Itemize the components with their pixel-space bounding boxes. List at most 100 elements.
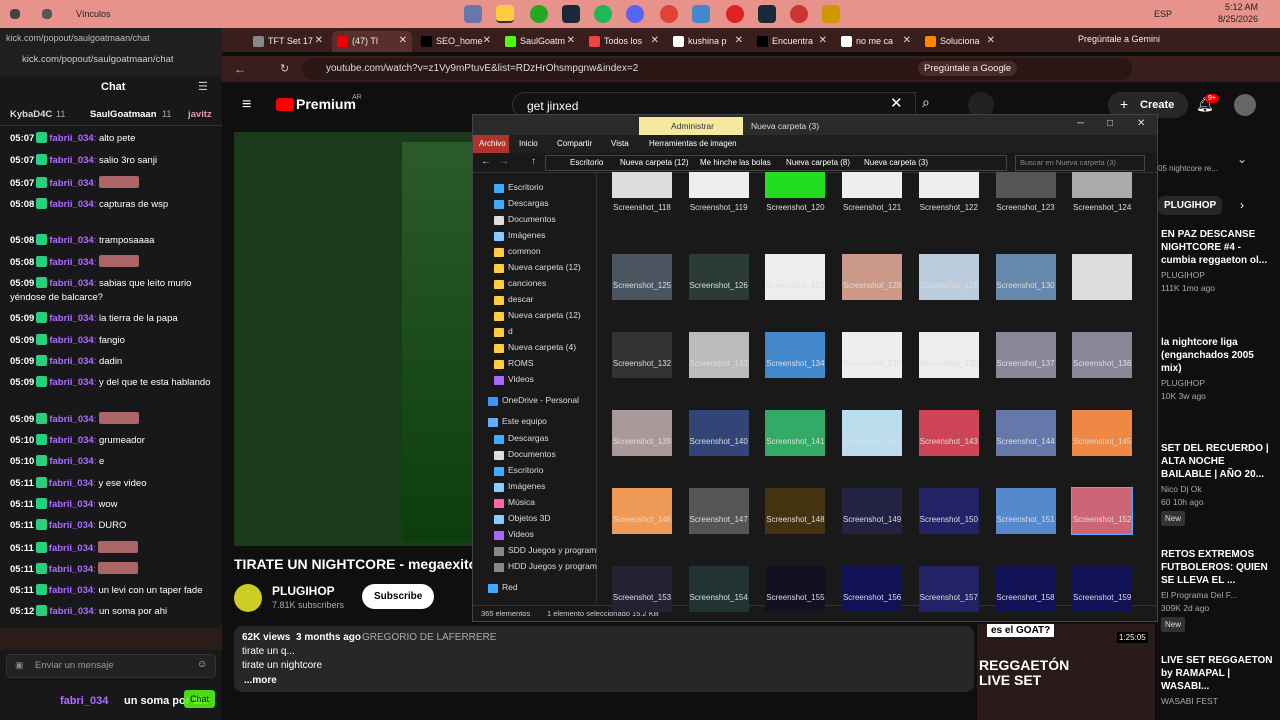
rec-channel[interactable]: PLUGIHOP	[1161, 377, 1276, 390]
file-thumbnail[interactable]	[918, 488, 979, 534]
file-name[interactable]: Screenshot_126	[681, 281, 757, 290]
file-name[interactable]: Screenshot_130	[988, 281, 1064, 290]
browser-tab[interactable]: (47) Tl ✕	[332, 31, 412, 52]
app-icon[interactable]	[464, 5, 482, 23]
file-name[interactable]: Screenshot_119	[681, 203, 757, 212]
browser-tab[interactable]: Todos los ✕	[584, 31, 664, 52]
file-name[interactable]: Screenshot_129	[911, 281, 987, 290]
rec-title[interactable]: LIVE SET REGGAETON by RAMAPAL | WASABI..…	[1161, 654, 1276, 693]
channel-avatar[interactable]	[234, 584, 262, 612]
browser-tab[interactable]: Soluciona ✕	[920, 31, 1000, 52]
nav-item[interactable]: Objetos 3D	[508, 513, 551, 523]
file-name[interactable]: Screenshot_152	[1064, 515, 1140, 524]
file-name[interactable]: Screenshot_147	[681, 515, 757, 524]
file-thumbnail[interactable]	[918, 172, 979, 198]
breadcrumb-item[interactable]: Escritorio	[570, 158, 603, 167]
file-name[interactable]: Screenshot_135	[834, 359, 910, 368]
close-icon[interactable]: ✕	[1137, 118, 1145, 129]
clock-time[interactable]: 5:12 AM	[1208, 2, 1258, 12]
channel-name[interactable]: PLUGIHOP	[272, 584, 335, 598]
nav-item[interactable]: Imágenes	[508, 230, 545, 240]
file-name[interactable]: Screenshot_121	[834, 203, 910, 212]
back-icon[interactable]: ←	[234, 62, 246, 76]
search-query[interactable]: get jinxed	[527, 99, 578, 113]
top-user[interactable]: KybaD4C	[10, 109, 52, 120]
file-thumbnail[interactable]	[842, 254, 903, 300]
file-name[interactable]: Screenshot_122	[911, 203, 987, 212]
nav-item[interactable]: Escritorio	[508, 182, 543, 192]
file-name[interactable]: Screenshot_136	[911, 359, 987, 368]
rec-channel[interactable]: Nico Dj Ok	[1161, 483, 1276, 496]
explorer-icon[interactable]	[496, 5, 514, 23]
file-thumbnail[interactable]	[612, 254, 672, 300]
nav-item[interactable]: SDD Juegos y program	[508, 545, 596, 555]
search-placeholder[interactable]: Buscar en Nueva carpeta (3)	[1020, 158, 1116, 167]
file-thumbnail[interactable]	[612, 332, 672, 378]
file-thumbnail[interactable]	[918, 566, 979, 612]
file-name[interactable]: Screenshot_143	[911, 437, 987, 446]
close-icon[interactable]: ✕	[315, 35, 323, 46]
file-name[interactable]: Screenshot_150	[911, 515, 987, 524]
file-thumbnail[interactable]	[612, 410, 672, 456]
file-name[interactable]: Screenshot_142	[834, 437, 910, 446]
app-icon[interactable]	[692, 5, 710, 23]
nav-item[interactable]: Nueva carpeta (12)	[508, 262, 581, 272]
recommendation-item[interactable]: RETOS EXTREMOS FUTBOLEROS: QUIEN SE LLEV…	[1161, 548, 1276, 632]
file-name[interactable]: Screenshot_125	[604, 281, 680, 290]
file-name[interactable]: Screenshot_157	[911, 593, 987, 602]
playlist-item-title[interactable]: 05 nightcore re...	[1158, 164, 1218, 173]
file-name[interactable]: Screenshot_149	[834, 515, 910, 524]
video-player[interactable]	[234, 132, 472, 546]
file-name[interactable]: Screenshot_140	[681, 437, 757, 446]
file-name[interactable]: Screenshot_158	[988, 593, 1064, 602]
toolbar-label[interactable]: Vínculos	[76, 9, 111, 19]
breadcrumb-item[interactable]: Nueva carpeta (8)	[786, 158, 850, 167]
file-name[interactable]: Screenshot_144	[988, 437, 1064, 446]
rec-channel[interactable]: El Programa Del F...	[1161, 589, 1276, 602]
file-name[interactable]: Screenshot_139	[604, 437, 680, 446]
file-name[interactable]: Screenshot_134	[757, 359, 833, 368]
file-thumbnail[interactable]	[1071, 487, 1134, 535]
recommendation-item[interactable]: la nightcore liga (enganchados 2005 mix)…	[1161, 336, 1276, 403]
file-thumbnail[interactable]	[995, 332, 1056, 378]
app-icon[interactable]	[790, 5, 808, 23]
message-user[interactable]: fabrii_034	[49, 435, 93, 446]
browser-tab[interactable]: Encuentra ✕	[752, 31, 832, 52]
file-thumbnail[interactable]	[612, 566, 672, 612]
recommendation-item[interactable]: SET DEL RECUERDO | ALTA NOCHE BAILABLE |…	[1161, 442, 1276, 526]
file-thumbnail[interactable]	[1072, 172, 1133, 198]
app-icon[interactable]	[822, 5, 840, 23]
chat-input-placeholder[interactable]: Enviar un mensaje	[35, 660, 114, 671]
file-name[interactable]: Screenshot_156	[834, 593, 910, 602]
message-user[interactable]: fabrii_034	[49, 564, 93, 575]
file-thumbnail[interactable]	[765, 172, 826, 198]
emoji-icon[interactable]: ☺	[197, 659, 207, 670]
file-name[interactable]: Screenshot_124	[1064, 203, 1140, 212]
users-icon[interactable]: ☰	[198, 80, 208, 93]
rec-channel[interactable]: PLUGIHOP	[1161, 269, 1276, 282]
menu-icon[interactable]: ≡	[242, 96, 251, 114]
subscribe-button[interactable]: Subscribe	[362, 584, 435, 609]
file-thumbnail[interactable]	[995, 566, 1056, 612]
chat-input[interactable]: ▣ Enviar un mensaje ☺	[6, 654, 216, 678]
file-thumbnail[interactable]	[1072, 332, 1133, 378]
file-name[interactable]: Screenshot_133	[681, 359, 757, 368]
message-user[interactable]: fabrii_034	[49, 456, 93, 467]
message-user[interactable]: fabrii_034	[49, 606, 93, 617]
ribbon-tab[interactable]: Herramientas de imagen	[649, 139, 737, 148]
file-name[interactable]: Screenshot_131	[1064, 281, 1140, 290]
nav-item[interactable]: d	[508, 326, 513, 336]
forward-icon[interactable]: →	[499, 156, 509, 167]
file-name[interactable]: Screenshot_123	[988, 203, 1064, 212]
file-name[interactable]: Screenshot_145	[1064, 437, 1140, 446]
spotify-icon[interactable]	[594, 5, 612, 23]
breadcrumb[interactable]: Escritorio Nueva carpeta (12) Me hinche …	[545, 155, 1007, 171]
file-name[interactable]: Screenshot_128	[834, 281, 910, 290]
message-user[interactable]: fabrii_034	[49, 133, 93, 144]
ribbon-tab[interactable]: Compartir	[557, 139, 592, 148]
file-thumbnail[interactable]	[918, 410, 979, 456]
reload-icon[interactable]: ↻	[280, 62, 289, 75]
nav-item[interactable]: Videos	[508, 374, 534, 384]
address-url[interactable]: youtube.com/watch?v=z1Vy9mPtuvE&list=RDz…	[326, 63, 638, 74]
nav-item[interactable]: Nueva carpeta (12)	[508, 310, 581, 320]
